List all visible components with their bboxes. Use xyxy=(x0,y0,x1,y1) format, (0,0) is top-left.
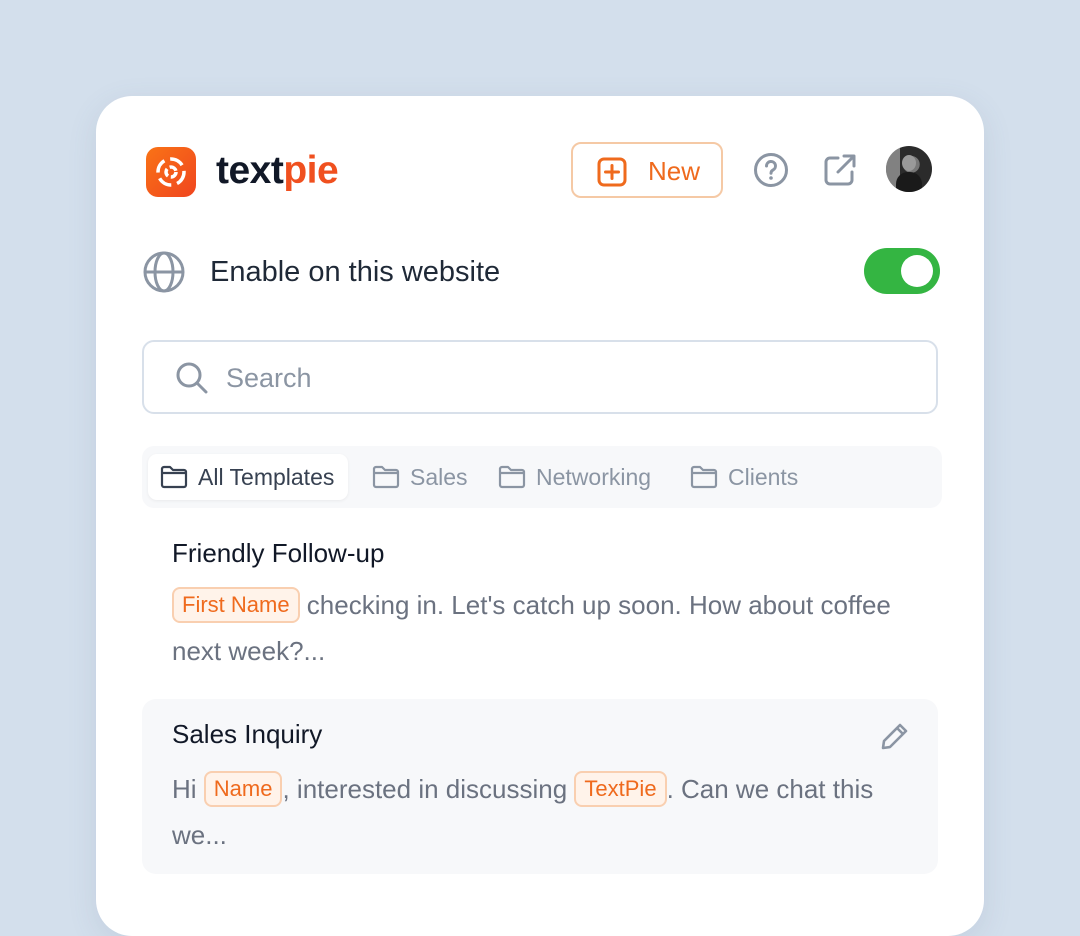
folder-icon xyxy=(690,465,718,489)
swirl-logo-icon xyxy=(146,147,196,197)
enable-label: Enable on this website xyxy=(210,256,501,288)
template-title: Friendly Follow-up xyxy=(172,538,385,568)
preview-text: Hi xyxy=(172,774,204,804)
tab-label: Networking xyxy=(536,463,652,490)
enable-toggle[interactable] xyxy=(864,248,940,294)
folder-tabs: All Templates Sales Networking Clients xyxy=(142,446,942,508)
template-preview: First Name checking in. Let's catch up s… xyxy=(172,582,908,674)
search-box xyxy=(142,340,938,414)
template-title: Sales Inquiry xyxy=(172,719,323,749)
user-avatar[interactable] xyxy=(886,146,932,192)
brand-text-part: text xyxy=(216,149,284,192)
new-button-label: New xyxy=(648,156,701,186)
variable-chip: TextPie xyxy=(574,771,667,807)
plus-square-icon xyxy=(597,157,627,187)
tab-label: All Templates xyxy=(198,463,335,490)
tab-networking[interactable]: Networking xyxy=(498,454,651,500)
help-circle-icon[interactable] xyxy=(753,152,789,188)
folder-icon xyxy=(160,465,188,489)
folder-icon xyxy=(372,465,400,489)
enable-on-website-row: Enable on this website xyxy=(142,246,940,298)
toggle-knob xyxy=(901,255,933,287)
pencil-icon[interactable] xyxy=(880,721,910,751)
search-icon xyxy=(176,362,208,394)
template-card-friendly-follow-up[interactable]: Friendly Follow-up First Name checking i… xyxy=(142,524,938,674)
extension-popup: textpie New Enable on this website Searc… xyxy=(96,96,984,936)
brand-pie-part: pie xyxy=(283,149,339,192)
brand-name: textpie xyxy=(216,146,339,196)
tab-clients[interactable]: Clients xyxy=(690,454,798,500)
tab-sales[interactable]: Sales xyxy=(372,454,468,500)
preview-text: , interested in discussing xyxy=(282,774,575,804)
search-input[interactable] xyxy=(224,356,908,400)
template-card-sales-inquiry[interactable]: Sales Inquiry Hi Name, interested in dis… xyxy=(142,699,938,874)
external-link-icon[interactable] xyxy=(822,152,858,188)
variable-chip: First Name xyxy=(172,587,300,623)
globe-icon xyxy=(143,251,185,293)
new-template-button[interactable]: New xyxy=(571,142,723,198)
tab-label: Clients xyxy=(728,463,799,490)
variable-chip: Name xyxy=(203,771,283,807)
tab-all-templates[interactable]: All Templates xyxy=(148,454,349,500)
tab-label: Sales xyxy=(410,463,468,490)
folder-icon xyxy=(498,465,526,489)
template-preview: Hi Name, interested in discussing TextPi… xyxy=(172,766,908,858)
header: textpie New xyxy=(146,142,934,204)
